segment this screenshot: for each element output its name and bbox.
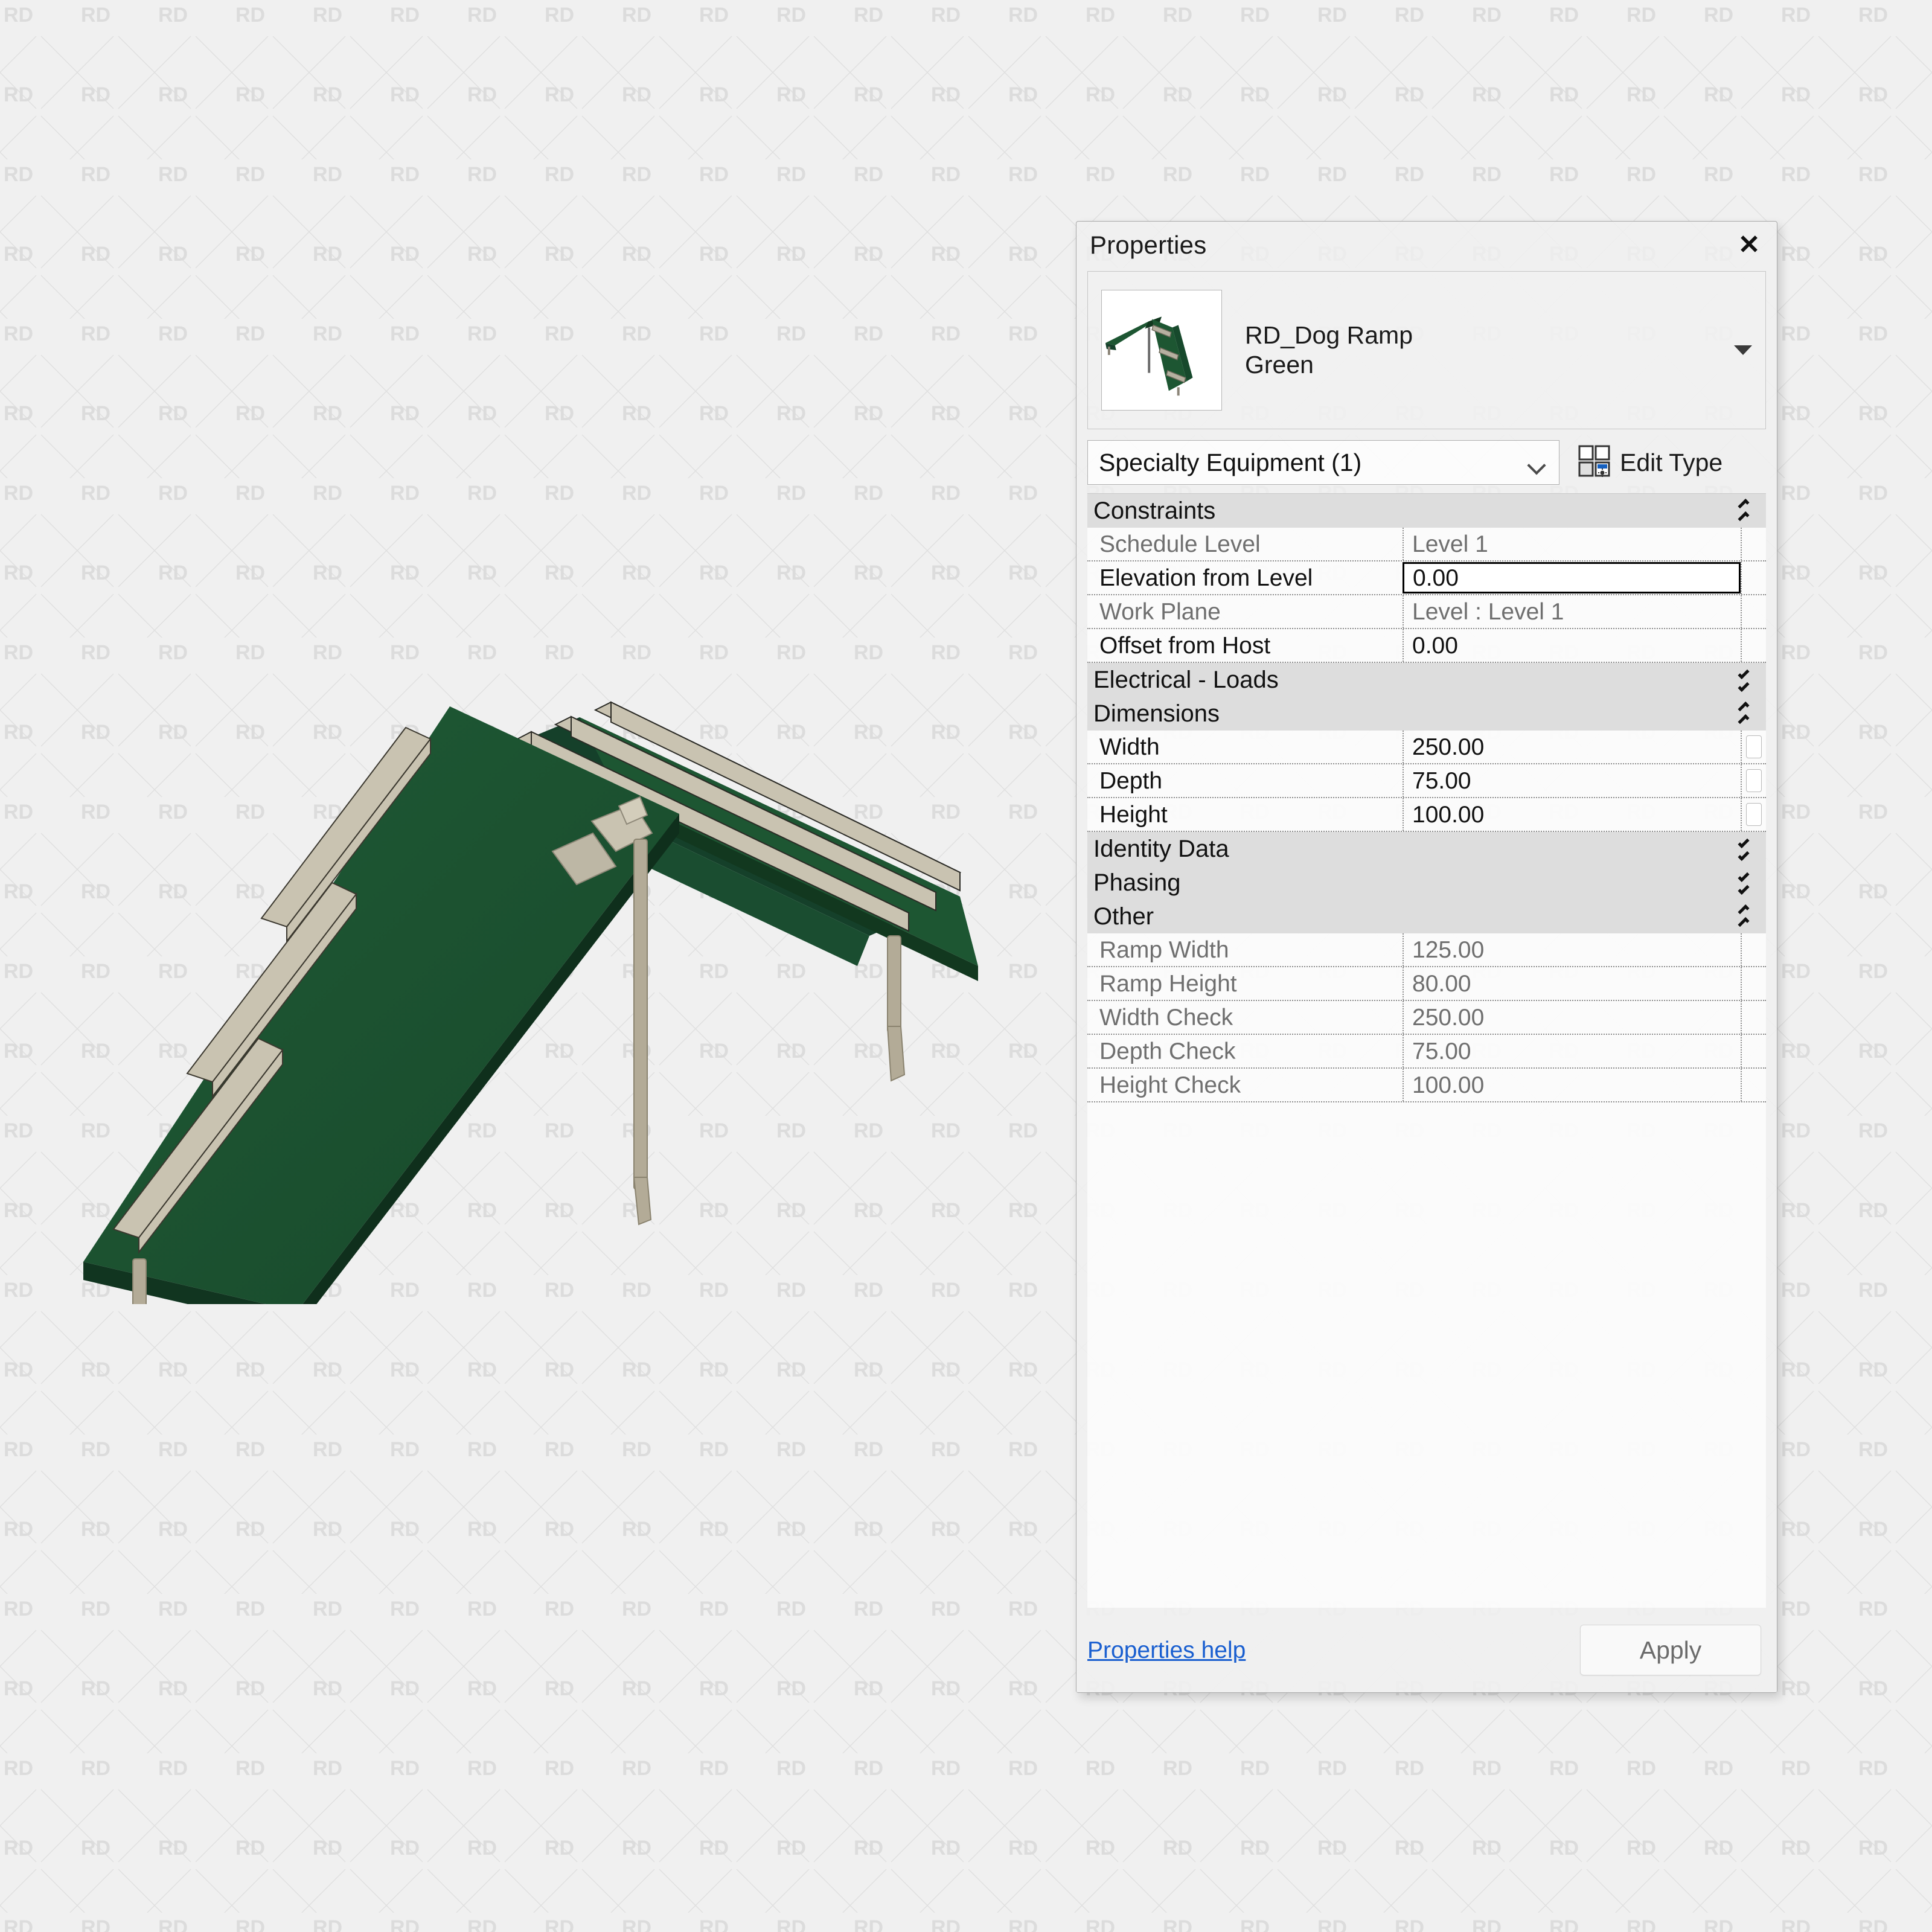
property-value-input[interactable]: 75.00 (1403, 1035, 1741, 1067)
property-row[interactable]: Depth Check75.00 (1087, 1035, 1766, 1069)
property-value-input[interactable]: 0.00 (1403, 629, 1741, 662)
associate-parameter-cell (1741, 1035, 1766, 1067)
property-value-input[interactable]: 100.00 (1403, 798, 1741, 831)
property-grid[interactable]: Constraints Schedule LevelLevel 1Elevatio… (1087, 493, 1766, 1608)
property-value-input[interactable]: Level : Level 1 (1403, 595, 1741, 628)
associate-parameter-cell[interactable] (1741, 764, 1766, 797)
group-header-phasing[interactable]: Phasing (1087, 866, 1766, 900)
property-name: Work Plane (1087, 595, 1403, 628)
associate-parameter-cell (1741, 933, 1766, 966)
property-value-input[interactable]: 125.00 (1403, 933, 1741, 966)
group-header-label: Electrical - Loads (1093, 668, 1279, 692)
dog-ramp-3d-model[interactable] (72, 652, 978, 1304)
properties-palette[interactable]: Properties ✕ (1076, 221, 1777, 1693)
property-value-input[interactable]: 75.00 (1403, 764, 1741, 797)
type-family-label: RD_Dog Ramp (1245, 321, 1413, 350)
property-name: Ramp Height (1087, 967, 1403, 1000)
category-select-value: Specialty Equipment (1) (1099, 450, 1361, 475)
panel-footer: Properties help Apply (1076, 1608, 1777, 1692)
associate-parameter-cell[interactable] (1741, 798, 1766, 831)
property-name: Depth (1087, 764, 1403, 797)
apply-button[interactable]: Apply (1580, 1625, 1761, 1675)
property-row[interactable]: Height Check100.00 (1087, 1069, 1766, 1102)
group-header-label: Constraints (1093, 499, 1215, 523)
group-header-identity-data[interactable]: Identity Data (1087, 832, 1766, 866)
associate-parameter-cell (1741, 967, 1766, 1000)
group-header-other[interactable]: Other (1087, 900, 1766, 933)
associate-parameter-cell (1741, 1069, 1766, 1101)
group-header-label: Dimensions (1093, 702, 1220, 726)
property-name: Schedule Level (1087, 528, 1403, 560)
associate-parameter-cell[interactable] (1741, 731, 1766, 763)
property-row[interactable]: Offset from Host0.00 (1087, 629, 1766, 663)
property-name: Height Check (1087, 1069, 1403, 1101)
property-row[interactable]: Width Check250.00 (1087, 1001, 1766, 1035)
property-name: Width Check (1087, 1001, 1403, 1034)
chevron-double-up-icon[interactable] (1736, 502, 1751, 520)
chevron-double-down-icon[interactable] (1736, 840, 1751, 858)
property-value-input[interactable]: Level 1 (1403, 528, 1741, 560)
associate-parameter-cell (1741, 561, 1766, 594)
property-row[interactable]: Elevation from Level0.00 (1087, 561, 1766, 595)
associate-parameter-cell (1741, 629, 1766, 662)
ramp-left-deck (83, 706, 679, 1304)
property-name: Depth Check (1087, 1035, 1403, 1067)
type-labels: RD_Dog Ramp Green (1245, 321, 1413, 379)
selector-row: Specialty Equipment (1) Edit Type (1087, 439, 1766, 486)
category-select[interactable]: Specialty Equipment (1) (1087, 440, 1559, 485)
property-name: Width (1087, 731, 1403, 763)
chevron-down-icon (1527, 456, 1546, 475)
property-row[interactable]: Width250.00 (1087, 731, 1766, 764)
associate-parameter-cell (1741, 528, 1766, 560)
property-value-input-focused[interactable]: 0.00 (1403, 562, 1741, 593)
chevron-double-up-icon[interactable] (1736, 907, 1751, 926)
close-icon[interactable]: ✕ (1735, 231, 1764, 260)
type-preview-box[interactable]: RD_Dog Ramp Green (1087, 271, 1766, 429)
group-header-label: Phasing (1093, 871, 1181, 895)
property-row[interactable]: Depth75.00 (1087, 764, 1766, 798)
edit-type-icon (1578, 444, 1611, 481)
property-name: Offset from Host (1087, 629, 1403, 662)
chevron-double-up-icon[interactable] (1736, 705, 1751, 723)
property-name: Elevation from Level (1087, 561, 1403, 594)
edit-type-button[interactable]: Edit Type (1578, 444, 1722, 481)
panel-titlebar: Properties ✕ (1076, 222, 1777, 269)
properties-help-link[interactable]: Properties help (1087, 1639, 1246, 1662)
app-canvas: Properties ✕ (0, 0, 1932, 1932)
property-value-input[interactable]: 250.00 (1403, 731, 1741, 763)
group-header-label: Identity Data (1093, 837, 1229, 861)
property-row[interactable]: Height100.00 (1087, 798, 1766, 832)
group-header-dimensions[interactable]: Dimensions (1087, 697, 1766, 731)
property-name: Ramp Width (1087, 933, 1403, 966)
associate-parameter-cell (1741, 595, 1766, 628)
associate-parameter-button[interactable] (1746, 769, 1762, 792)
page-title: Properties (1090, 232, 1206, 258)
associate-parameter-cell (1741, 1001, 1766, 1034)
type-thumbnail (1101, 290, 1222, 411)
group-header-electrical-loads[interactable]: Electrical - Loads (1087, 663, 1766, 697)
chevron-down-icon[interactable] (1734, 345, 1752, 355)
property-value-input[interactable]: 80.00 (1403, 967, 1741, 1000)
property-row[interactable]: Schedule LevelLevel 1 (1087, 528, 1766, 561)
property-row[interactable]: Ramp Width125.00 (1087, 933, 1766, 967)
property-value-input[interactable]: 100.00 (1403, 1069, 1741, 1101)
group-header-constraints[interactable]: Constraints (1087, 494, 1766, 528)
type-name-label: Green (1245, 351, 1413, 379)
property-value-input[interactable]: 250.00 (1403, 1001, 1741, 1034)
group-header-label: Other (1093, 904, 1154, 929)
chevron-double-down-icon[interactable] (1736, 671, 1751, 689)
chevron-double-down-icon[interactable] (1736, 874, 1751, 892)
property-row[interactable]: Ramp Height80.00 (1087, 967, 1766, 1001)
edit-type-label: Edit Type (1620, 450, 1722, 475)
property-row[interactable]: Work PlaneLevel : Level 1 (1087, 595, 1766, 629)
associate-parameter-button[interactable] (1746, 735, 1762, 758)
property-name: Height (1087, 798, 1403, 831)
associate-parameter-button[interactable] (1746, 803, 1762, 826)
